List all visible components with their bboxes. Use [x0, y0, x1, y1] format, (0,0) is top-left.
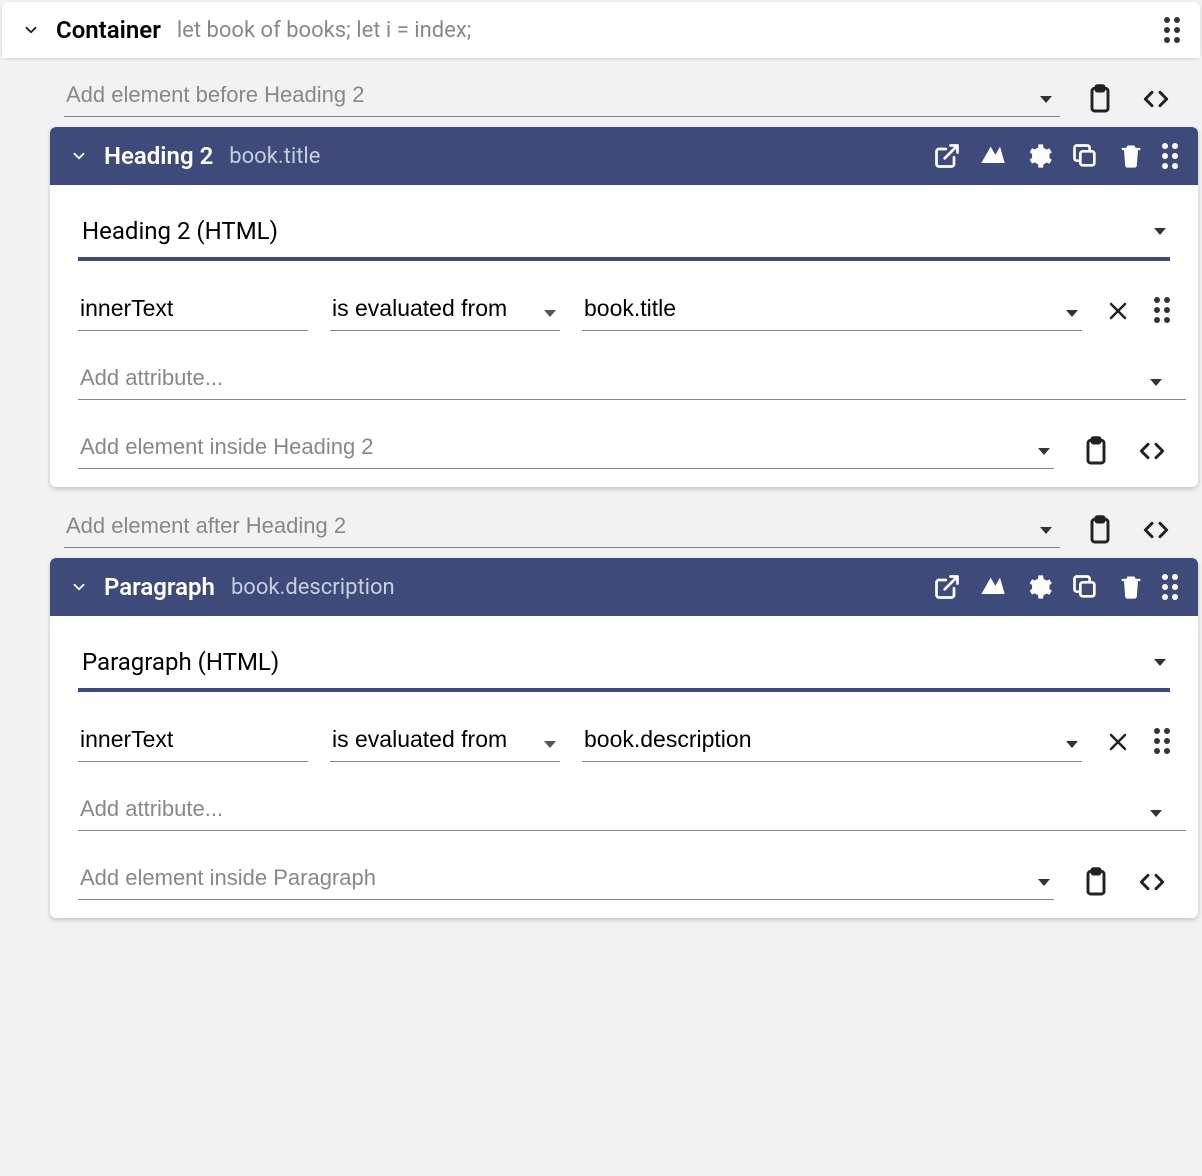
dropdown-icon	[544, 741, 556, 748]
palette-icon[interactable]	[978, 141, 1008, 171]
element-type-select[interactable]: Paragraph (HTML)	[78, 638, 1170, 692]
palette-icon[interactable]	[978, 572, 1008, 602]
paragraph-binding: book.description	[231, 575, 395, 600]
add-attribute-input[interactable]	[78, 788, 1186, 831]
attribute-value-input[interactable]	[582, 718, 1082, 762]
paragraph-header: Paragraph book.description	[50, 558, 1198, 616]
drag-handle-icon[interactable]	[1154, 297, 1170, 323]
clipboard-icon[interactable]	[1078, 433, 1114, 469]
code-icon[interactable]	[1138, 81, 1174, 117]
drag-handle-icon[interactable]	[1154, 728, 1170, 754]
drag-handle-icon[interactable]	[1162, 143, 1178, 169]
insert-before-input[interactable]	[64, 74, 1060, 117]
insert-after-input[interactable]	[64, 505, 1060, 548]
container-expression: let book of books; let i = index;	[177, 18, 472, 43]
open-external-icon[interactable]	[932, 141, 962, 171]
remove-attribute-icon[interactable]	[1104, 728, 1132, 756]
dropdown-icon[interactable]	[1038, 879, 1050, 886]
dropdown-icon[interactable]	[1150, 810, 1162, 817]
code-icon[interactable]	[1138, 512, 1174, 548]
code-icon[interactable]	[1134, 433, 1170, 469]
attribute-name-input[interactable]	[78, 287, 308, 331]
expand-icon[interactable]	[22, 21, 40, 39]
open-external-icon[interactable]	[932, 572, 962, 602]
element-type-label: Paragraph (HTML)	[82, 648, 279, 676]
dropdown-icon[interactable]	[1038, 448, 1050, 455]
attribute-row	[78, 718, 1170, 762]
heading2-panel: Heading 2 book.title Heading 2 (HTML)	[50, 127, 1198, 487]
dropdown-icon	[1154, 659, 1166, 666]
dropdown-icon[interactable]	[1150, 379, 1162, 386]
drag-handle-icon[interactable]	[1162, 574, 1178, 600]
copy-icon[interactable]	[1070, 572, 1100, 602]
drag-handle-icon[interactable]	[1164, 17, 1180, 43]
heading2-binding: book.title	[229, 144, 320, 169]
attribute-name-input[interactable]	[78, 718, 308, 762]
gear-icon[interactable]	[1024, 572, 1054, 602]
insert-after-row	[2, 495, 1200, 558]
clipboard-icon[interactable]	[1082, 512, 1118, 548]
dropdown-icon	[1066, 741, 1078, 748]
expand-icon[interactable]	[70, 147, 88, 165]
dropdown-icon	[1154, 228, 1166, 235]
paragraph-panel: Paragraph book.description Paragraph (HT…	[50, 558, 1198, 918]
dropdown-icon[interactable]	[1040, 96, 1052, 103]
trash-icon[interactable]	[1116, 141, 1146, 171]
dropdown-icon[interactable]	[1040, 527, 1052, 534]
attribute-operator-select[interactable]	[330, 287, 560, 331]
clipboard-icon[interactable]	[1082, 81, 1118, 117]
expand-icon[interactable]	[70, 578, 88, 596]
element-type-label: Heading 2 (HTML)	[82, 217, 278, 245]
attribute-value-input[interactable]	[582, 287, 1082, 331]
remove-attribute-icon[interactable]	[1104, 297, 1132, 325]
insert-before-row	[2, 64, 1200, 127]
paragraph-title: Paragraph	[104, 573, 215, 601]
attribute-operator-select[interactable]	[330, 718, 560, 762]
attribute-row	[78, 287, 1170, 331]
clipboard-icon[interactable]	[1078, 864, 1114, 900]
heading2-header: Heading 2 book.title	[50, 127, 1198, 185]
gear-icon[interactable]	[1024, 141, 1054, 171]
heading2-title: Heading 2	[104, 142, 213, 170]
dropdown-icon	[544, 310, 556, 317]
add-element-inside-input[interactable]	[78, 857, 1054, 900]
trash-icon[interactable]	[1116, 572, 1146, 602]
container-title: Container	[56, 16, 161, 44]
code-icon[interactable]	[1134, 864, 1170, 900]
add-attribute-input[interactable]	[78, 357, 1186, 400]
container-header: Container let book of books; let i = ind…	[2, 2, 1200, 58]
element-type-select[interactable]: Heading 2 (HTML)	[78, 207, 1170, 261]
dropdown-icon	[1066, 310, 1078, 317]
copy-icon[interactable]	[1070, 141, 1100, 171]
add-element-inside-input[interactable]	[78, 426, 1054, 469]
